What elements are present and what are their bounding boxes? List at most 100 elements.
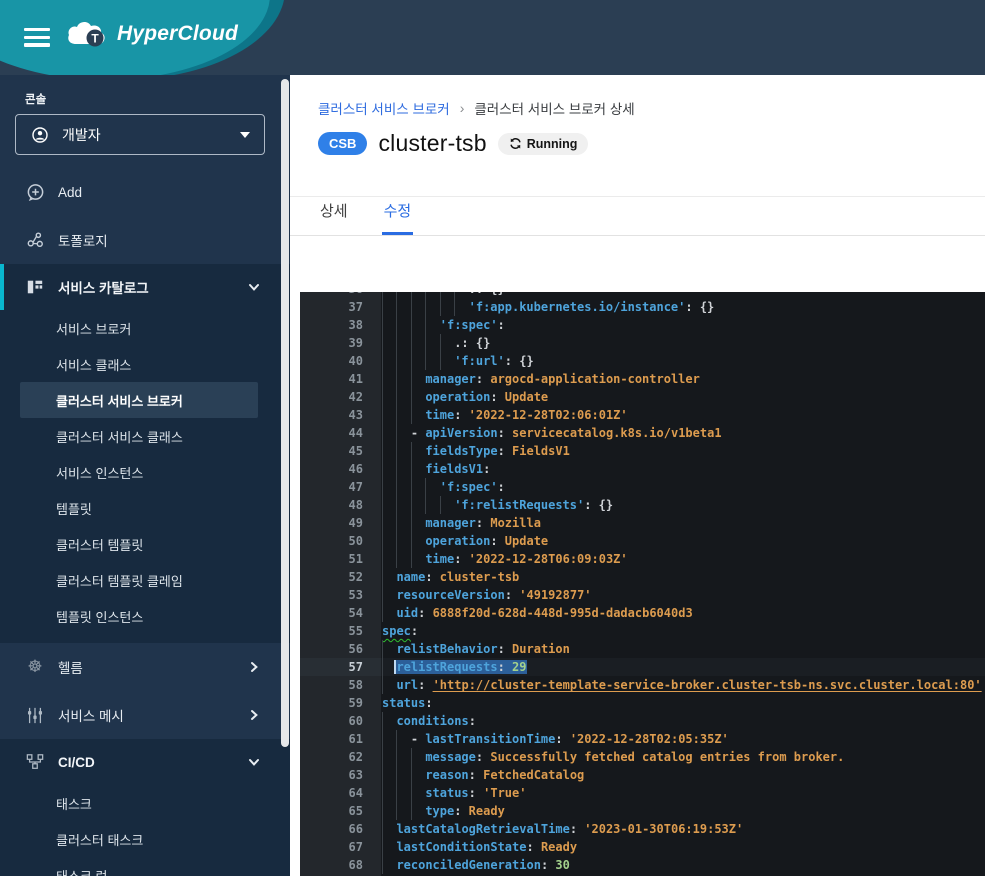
- sidebar-item-템플릿-인스턴스[interactable]: 템플릿 인스턴스: [0, 598, 290, 634]
- code-line[interactable]: 51 time: '2022-12-28T06:09:03Z': [300, 550, 985, 568]
- code-content: type: Ready: [381, 802, 985, 820]
- sidebar-item-add[interactable]: Add: [0, 168, 290, 216]
- line-number: 51: [300, 550, 381, 568]
- code-line[interactable]: 49 manager: Mozilla: [300, 514, 985, 532]
- sidebar-scrollbar[interactable]: [281, 79, 289, 747]
- sidebar-group-ci-cd-header[interactable]: CI/CD: [0, 739, 290, 785]
- code-line[interactable]: 37 'f:app.kubernetes.io/instance': {}: [300, 298, 985, 316]
- code-line[interactable]: 59status:: [300, 694, 985, 712]
- code-line[interactable]: 44 - apiVersion: servicecatalog.k8s.io/v…: [300, 424, 985, 442]
- code-line[interactable]: 61 - lastTransitionTime: '2022-12-28T02:…: [300, 730, 985, 748]
- code-line[interactable]: 66 lastCatalogRetrievalTime: '2023-01-30…: [300, 820, 985, 838]
- code-line[interactable]: 68 reconciledGeneration: 30: [300, 856, 985, 874]
- code-line[interactable]: 54 uid: 6888f20d-628d-448d-995d-dadacb60…: [300, 604, 985, 622]
- code-content: fieldsType: FieldsV1: [381, 442, 985, 460]
- code-line[interactable]: 56 relistBehavior: Duration: [300, 640, 985, 658]
- sidebar-item-클러스터-템플릿-클레임[interactable]: 클러스터 템플릿 클레임: [0, 562, 290, 598]
- sidebar-item-템플릿[interactable]: 템플릿: [0, 490, 290, 526]
- sidebar-item-서비스-브로커[interactable]: 서비스 브로커: [0, 310, 290, 346]
- sidebar-item-헬름[interactable]: ☸헬름: [0, 643, 290, 691]
- line-number: 46: [300, 460, 381, 478]
- line-number: 66: [300, 820, 381, 838]
- chevron-right-icon: [248, 709, 260, 721]
- sidebar-item-태스크[interactable]: 태스크: [0, 785, 290, 821]
- yaml-editor[interactable]: 36 .: {}37 'f:app.kubernetes.io/instance…: [300, 292, 985, 876]
- sidebar-item-클러스터-서비스-클래스[interactable]: 클러스터 서비스 클래스: [0, 418, 290, 454]
- code-line[interactable]: 47 'f:spec':: [300, 478, 985, 496]
- text-cursor: [394, 660, 396, 674]
- sidebar-item-클러스터-태스크[interactable]: 클러스터 태스크: [0, 821, 290, 857]
- code-line[interactable]: 57 relistRequests: 29: [300, 658, 985, 676]
- line-number: 48: [300, 496, 381, 514]
- code-line[interactable]: 62 message: Successfully fetched catalog…: [300, 748, 985, 766]
- code-content: time: '2022-12-28T02:06:01Z': [381, 406, 985, 424]
- sidebar-item-토폴로지[interactable]: 토폴로지: [0, 216, 290, 264]
- code-content: lastCatalogRetrievalTime: '2023-01-30T06…: [381, 820, 985, 838]
- status-badge: Running: [498, 133, 589, 155]
- perspective-value: 개발자: [62, 125, 240, 145]
- chevron-down-icon: [240, 132, 250, 138]
- code-content: url: 'http://cluster-template-service-br…: [381, 676, 985, 694]
- code-line[interactable]: 65 type: Ready: [300, 802, 985, 820]
- code-line[interactable]: 55spec:: [300, 622, 985, 640]
- breadcrumb-link[interactable]: 클러스터 서비스 브로커: [318, 98, 450, 118]
- code-line[interactable]: 46 fieldsV1:: [300, 460, 985, 478]
- breadcrumb-current: 클러스터 서비스 브로커 상세: [474, 98, 634, 118]
- top-header: T HyperCloud: [0, 0, 985, 75]
- sidebar-item-서비스-인스턴스[interactable]: 서비스 인스턴스: [0, 454, 290, 490]
- code-line[interactable]: 41 manager: argocd-application-controlle…: [300, 370, 985, 388]
- perspective-dropdown[interactable]: 개발자: [15, 114, 265, 155]
- code-content: operation: Update: [381, 532, 985, 550]
- code-line[interactable]: 67 lastConditionState: Ready: [300, 838, 985, 856]
- line-number: 54: [300, 604, 381, 622]
- code-line[interactable]: 45 fieldsType: FieldsV1: [300, 442, 985, 460]
- code-line[interactable]: 58 url: 'http://cluster-template-service…: [300, 676, 985, 694]
- sidebar-item-태스크-런[interactable]: 태스크 런: [0, 857, 290, 876]
- line-number: 37: [300, 298, 381, 316]
- breadcrumb-separator: ›: [460, 100, 465, 116]
- sidebar-group-서비스-카탈로그-header[interactable]: 서비스 카탈로그: [0, 264, 290, 310]
- code-content: .: {}: [381, 334, 985, 352]
- code-line[interactable]: 43 time: '2022-12-28T02:06:01Z': [300, 406, 985, 424]
- code-line[interactable]: 48 'f:relistRequests': {}: [300, 496, 985, 514]
- sidebar-group-label: 서비스 카탈로그: [58, 277, 248, 297]
- sidebar-item-서비스-메시[interactable]: 서비스 메시: [0, 691, 290, 739]
- hamburger-menu-icon[interactable]: [24, 28, 50, 48]
- code-content: status: 'True': [381, 784, 985, 802]
- code-line[interactable]: 64 status: 'True': [300, 784, 985, 802]
- code-content: spec:: [381, 622, 985, 640]
- code-line[interactable]: 38 'f:spec':: [300, 316, 985, 334]
- code-content: resourceVersion: '49192877': [381, 586, 985, 604]
- sidebar-item-서비스-클래스[interactable]: 서비스 클래스: [0, 346, 290, 382]
- code-line[interactable]: 63 reason: FetchedCatalog: [300, 766, 985, 784]
- code-content: name: cluster-tsb: [381, 568, 985, 586]
- brand-logo[interactable]: T HyperCloud: [66, 18, 238, 50]
- page-title: cluster-tsb: [378, 130, 486, 157]
- code-line[interactable]: 52 name: cluster-tsb: [300, 568, 985, 586]
- code-content: 'f:relistRequests': {}: [381, 496, 985, 514]
- code-line[interactable]: 50 operation: Update: [300, 532, 985, 550]
- sidebar-group-서비스-카탈로그: 서비스 카탈로그서비스 브로커서비스 클래스클러스터 서비스 브로커클러스터 서…: [0, 264, 290, 643]
- line-number: 52: [300, 568, 381, 586]
- app-root: T HyperCloud 콘솔 개발자 Add토폴로지서비스 카탈로그서비스 브…: [0, 0, 985, 876]
- tab-상세[interactable]: 상세: [318, 200, 350, 235]
- service-catalog-icon: [25, 278, 45, 296]
- code-line[interactable]: 60 conditions:: [300, 712, 985, 730]
- code-line[interactable]: 42 operation: Update: [300, 388, 985, 406]
- brand-name: HyperCloud: [117, 22, 238, 46]
- sidebar-item-클러스터-서비스-브로커[interactable]: 클러스터 서비스 브로커: [20, 382, 258, 418]
- person-icon: [30, 127, 50, 143]
- tab-bar: 상세 수정: [290, 196, 985, 236]
- sidebar-group-label: CI/CD: [58, 755, 248, 770]
- code-content: relistRequests: 29: [381, 658, 985, 676]
- code-content: lastConditionState: Ready: [381, 838, 985, 856]
- code-line[interactable]: 40 'f:url': {}: [300, 352, 985, 370]
- tab-수정[interactable]: 수정: [382, 200, 414, 235]
- code-line[interactable]: 53 resourceVersion: '49192877': [300, 586, 985, 604]
- line-number: 67: [300, 838, 381, 856]
- code-line[interactable]: 39 .: {}: [300, 334, 985, 352]
- sidebar-item-클러스터-템플릿[interactable]: 클러스터 템플릿: [0, 526, 290, 562]
- line-number: 58: [300, 676, 381, 694]
- main-content: 클러스터 서비스 브로커›클러스터 서비스 브로커 상세 CSB cluster…: [290, 75, 985, 876]
- status-label: Running: [527, 137, 578, 151]
